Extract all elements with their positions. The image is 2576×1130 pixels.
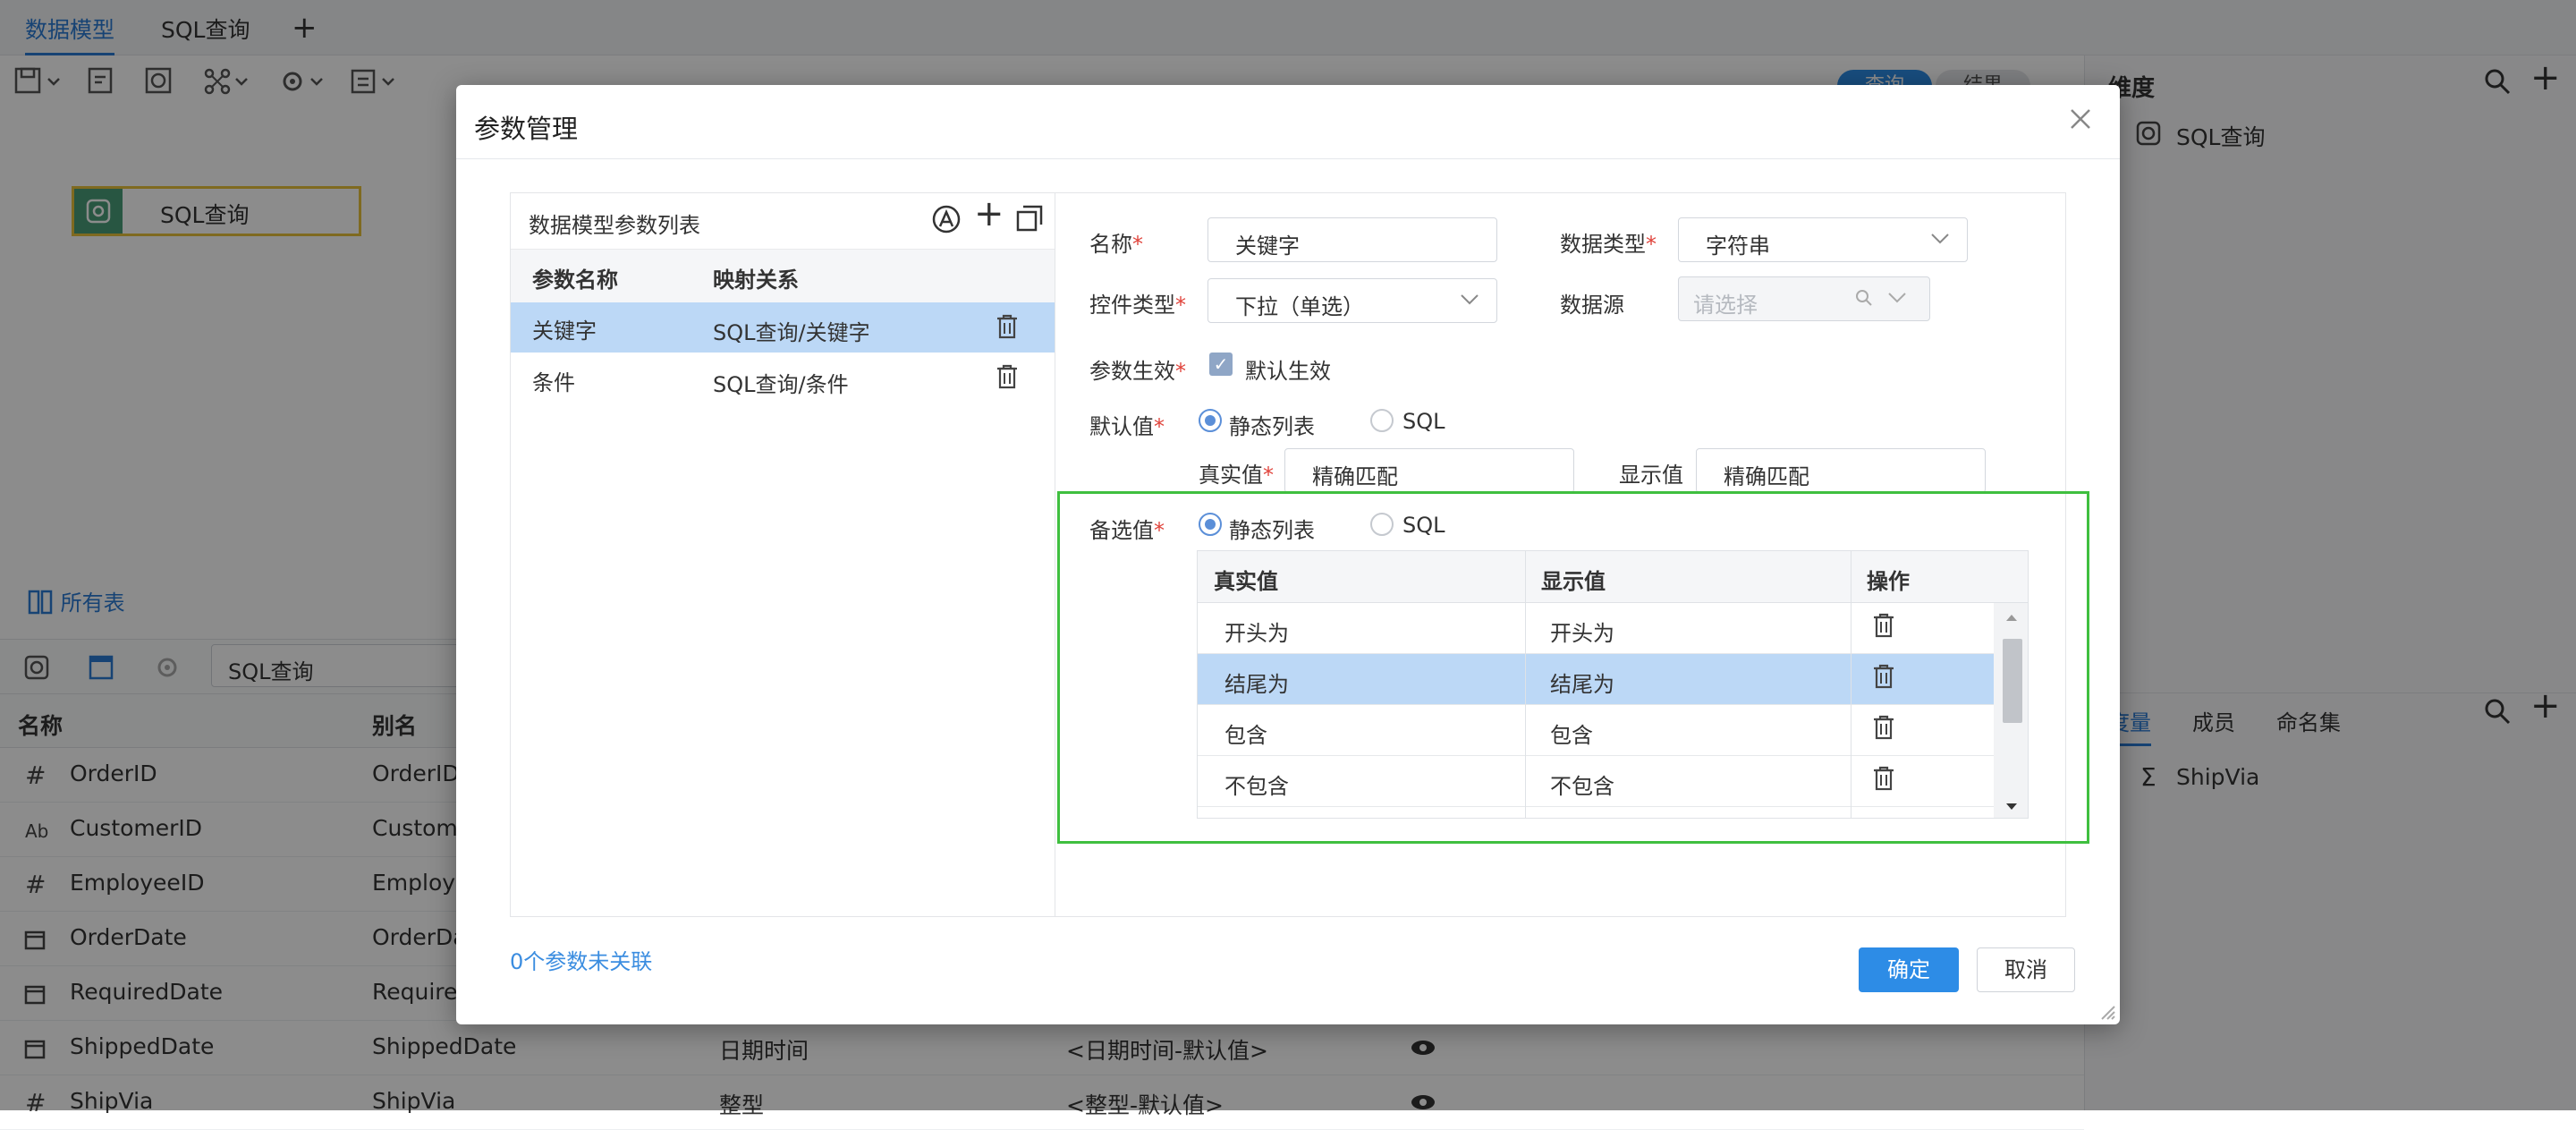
col-display-value: 显示值 (1541, 569, 1606, 594)
option-real: 结尾为 (1224, 672, 1289, 697)
default-sql-radio[interactable] (1370, 409, 1394, 432)
datasource-select[interactable]: 请选择 (1678, 276, 1930, 321)
options-static-label: 静态列表 (1229, 518, 1315, 543)
parameter-management-dialog: 参数管理 数据模型参数列表 + 参数名称 映射关系 关键字 SQL查询/关键字 … (456, 85, 2120, 1024)
parameter-list-header: 参数名称 映射关系 (511, 249, 1055, 302)
options-sql-label: SQL (1402, 513, 1445, 538)
delete-icon[interactable] (1872, 765, 1895, 792)
default-effective-checkbox[interactable]: ✓ (1209, 353, 1233, 376)
option-row[interactable]: 包含 包含 (1198, 705, 1994, 756)
data-type-label: 数据类型* (1560, 232, 1657, 257)
scrollbar-thumb[interactable] (2003, 639, 2022, 723)
chevron-down-icon (1931, 234, 1949, 244)
scroll-up-icon[interactable] (2004, 612, 2019, 623)
column-divider (1525, 551, 1526, 818)
option-display: 不包含 (1550, 774, 1614, 799)
col-real-value: 真实值 (1214, 569, 1278, 594)
col-param-name: 参数名称 (532, 268, 618, 293)
chevron-down-icon (1888, 293, 1906, 303)
col-mapping: 映射关系 (713, 268, 799, 293)
option-display: 结尾为 (1550, 672, 1614, 697)
delete-icon[interactable] (1872, 714, 1895, 741)
display-value-input[interactable]: 精确匹配 (1696, 448, 1986, 493)
control-type-label: 控件类型* (1089, 293, 1186, 318)
options-sql-radio[interactable] (1370, 513, 1394, 536)
dialog-title: 参数管理 (474, 114, 579, 144)
title-divider (456, 158, 2120, 159)
option-real: 不包含 (1224, 774, 1289, 799)
real-value-input[interactable]: 精确匹配 (1284, 448, 1574, 493)
option-real: 开头为 (1224, 621, 1289, 646)
add-parameter-button[interactable]: + (974, 193, 1004, 234)
options-label: 备选值* (1089, 518, 1165, 543)
default-value-label: 默认值* (1089, 414, 1165, 439)
name-input[interactable]: 关键字 (1208, 217, 1497, 262)
default-sql-label: SQL (1402, 409, 1445, 434)
control-type-select[interactable]: 下拉（单选） (1208, 278, 1497, 323)
delete-icon[interactable] (1872, 612, 1895, 639)
cancel-button[interactable]: 取消 (1977, 947, 2075, 992)
parameter-list-title: 数据模型参数列表 (529, 213, 700, 238)
options-table: 真实值 显示值 操作 开头为 开头为 结尾为 结尾为 包含 包含 不包含 不包含 (1197, 550, 2029, 819)
option-row[interactable]: 不包含 不包含 (1198, 756, 1994, 807)
resize-handle-icon[interactable] (2098, 1003, 2116, 1021)
param-mapping: SQL查询/条件 (713, 372, 849, 397)
param-name: 条件 (532, 370, 575, 395)
copy-icon[interactable] (1015, 204, 1044, 233)
data-type-select[interactable]: 字符串 (1678, 217, 1968, 262)
auto-match-icon[interactable] (931, 204, 962, 234)
real-value-label: 真实值* (1199, 463, 1274, 488)
chevron-down-icon (1461, 294, 1479, 305)
default-static-label: 静态列表 (1229, 414, 1315, 439)
search-icon (1856, 290, 1872, 306)
default-effective-label: 默认生效 (1245, 359, 1331, 384)
option-real: 包含 (1224, 723, 1267, 748)
default-static-radio[interactable] (1199, 409, 1222, 432)
options-scrollbar[interactable] (1994, 603, 2028, 818)
unlinked-params-link[interactable]: 0个参数未关联 (510, 944, 652, 975)
name-label: 名称* (1089, 232, 1143, 257)
option-row[interactable]: 开头为 开头为 (1198, 603, 1994, 654)
parameter-row-keyword[interactable]: 关键字 SQL查询/关键字 (511, 302, 1055, 353)
delete-icon[interactable] (996, 313, 1019, 340)
datasource-label: 数据源 (1560, 293, 1624, 318)
options-static-radio[interactable] (1199, 513, 1222, 536)
param-name: 关键字 (532, 319, 597, 344)
delete-icon[interactable] (1872, 663, 1895, 690)
parameter-list-panel: 数据模型参数列表 + 参数名称 映射关系 关键字 SQL查询/关键字 条件 SQ… (510, 192, 1055, 917)
col-action: 操作 (1867, 569, 1910, 594)
param-mapping: SQL查询/关键字 (713, 320, 870, 345)
column-divider (1851, 551, 1852, 818)
option-display: 包含 (1550, 723, 1593, 748)
options-table-header: 真实值 显示值 操作 (1198, 551, 2028, 603)
option-display: 开头为 (1550, 621, 1614, 646)
confirm-button[interactable]: 确定 (1859, 947, 1959, 992)
close-icon[interactable] (2068, 106, 2093, 132)
scroll-down-icon[interactable] (2004, 802, 2019, 812)
delete-icon[interactable] (996, 363, 1019, 390)
option-row[interactable]: 结尾为 结尾为 (1198, 654, 1994, 705)
display-value-label: 显示值 (1619, 463, 1683, 488)
parameter-row-condition[interactable]: 条件 SQL查询/条件 (511, 353, 1055, 403)
effective-label: 参数生效* (1089, 359, 1186, 384)
